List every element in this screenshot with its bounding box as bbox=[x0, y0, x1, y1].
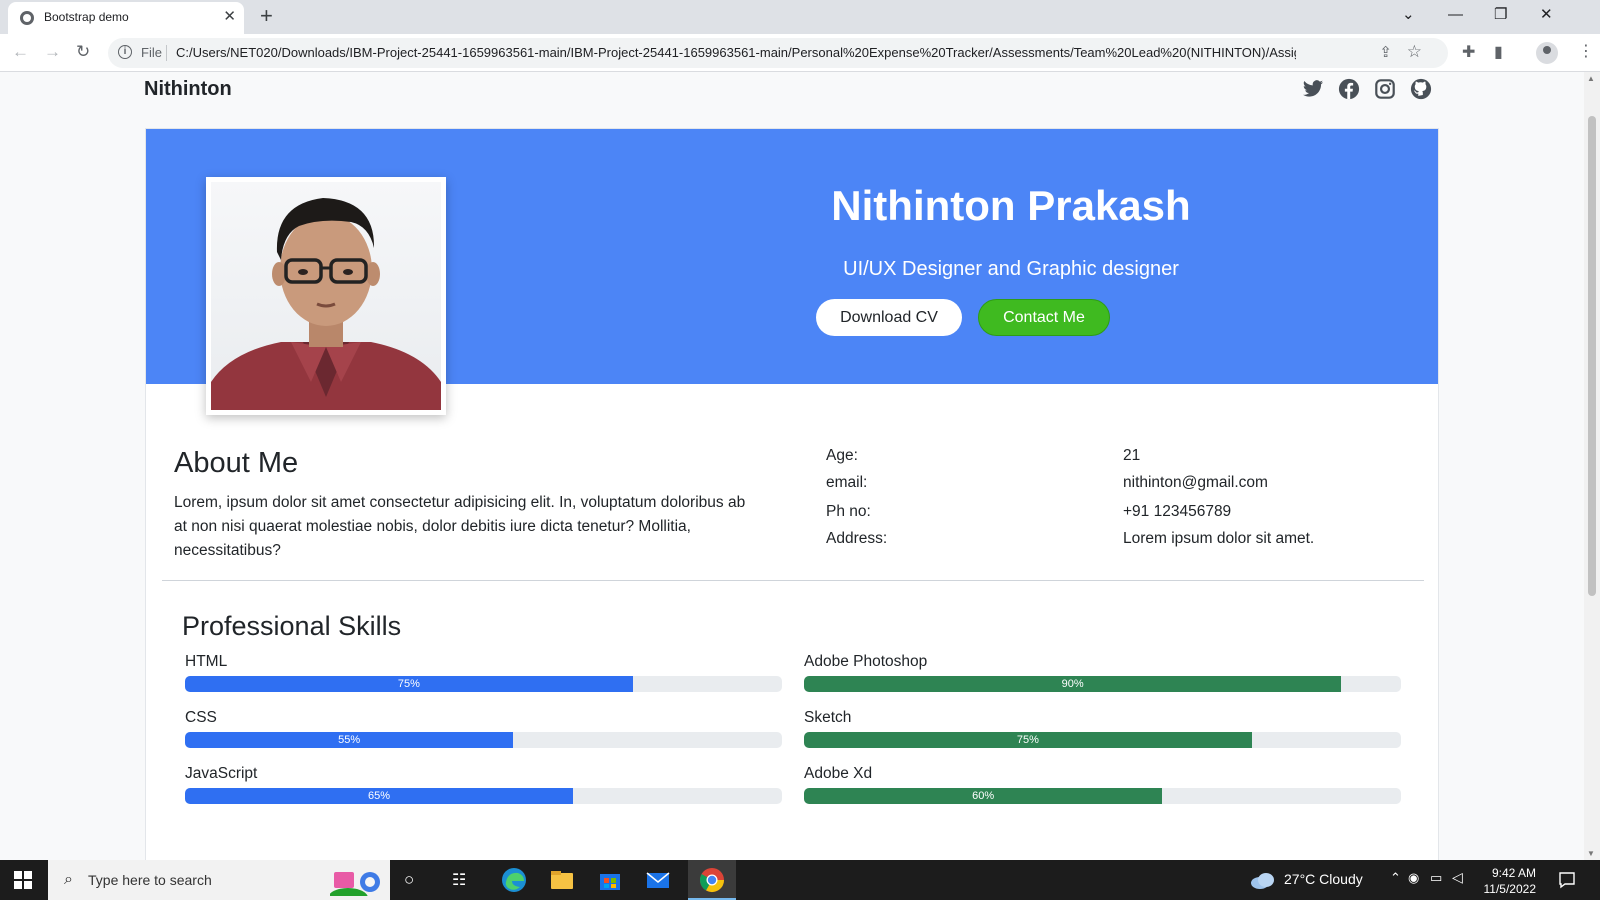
store-icon[interactable] bbox=[596, 866, 624, 894]
age-value: 21 bbox=[1123, 447, 1141, 464]
search-highlight-icon bbox=[330, 872, 380, 896]
progress-photoshop: 90% bbox=[804, 676, 1401, 692]
reload-button[interactable]: ↻ bbox=[76, 42, 90, 62]
edge-icon[interactable] bbox=[500, 866, 528, 894]
browser-tabstrip: Bootstrap demo ✕ + ⌄ — ❐ ✕ bbox=[0, 0, 1600, 34]
address-value: Lorem ipsum dolor sit amet. bbox=[1123, 530, 1315, 547]
progress-fill-javascript: 65% bbox=[185, 788, 574, 804]
address-divider bbox=[166, 45, 167, 61]
section-divider bbox=[162, 580, 1424, 581]
instagram-icon[interactable] bbox=[1374, 78, 1396, 100]
address-url[interactable]: C:/Users/NET020/Downloads/IBM-Project-25… bbox=[176, 45, 1296, 60]
contact-me-button[interactable]: Contact Me bbox=[978, 299, 1110, 336]
skills-heading: Professional Skills bbox=[182, 611, 402, 641]
volume-icon[interactable]: ◁ bbox=[1452, 869, 1463, 886]
progress-fill-css: 55% bbox=[185, 732, 514, 748]
progress-html: 75% bbox=[185, 676, 782, 692]
browser-toolbar: ← → ↻ i File C:/Users/NET020/Downloads/I… bbox=[0, 34, 1600, 72]
scroll-thumb[interactable] bbox=[1588, 116, 1596, 596]
progress-fill-sketch: 75% bbox=[804, 732, 1252, 748]
close-window-button[interactable]: ✕ bbox=[1540, 4, 1553, 26]
cortana-icon[interactable]: ○ bbox=[404, 870, 414, 890]
progress-adobe-xd: 60% bbox=[804, 788, 1401, 804]
chrome-icon[interactable] bbox=[698, 866, 726, 894]
skill-label-javascript: JavaScript bbox=[185, 765, 258, 782]
taskbar-search-placeholder: Type here to search bbox=[88, 872, 212, 888]
side-panel-icon[interactable]: ▮ bbox=[1494, 43, 1503, 63]
task-view-icon[interactable]: ☷ bbox=[452, 870, 466, 890]
windows-taskbar: ⌕ Type here to search ○ ☷ 27°C Cloudy ⌃ … bbox=[0, 860, 1600, 900]
about-heading: About Me bbox=[174, 447, 299, 479]
chevron-up-icon[interactable]: ⌃ bbox=[1390, 870, 1401, 886]
file-explorer-icon[interactable] bbox=[548, 866, 576, 894]
mail-icon[interactable] bbox=[644, 866, 672, 894]
email-value: nithinton@gmail.com bbox=[1123, 474, 1268, 491]
site-info-icon[interactable]: i bbox=[118, 45, 132, 59]
share-icon[interactable]: ⇪ bbox=[1379, 43, 1392, 61]
address-bar[interactable]: i File C:/Users/NET020/Downloads/IBM-Pro… bbox=[108, 38, 1448, 68]
meet-now-icon[interactable]: ◉ bbox=[1408, 870, 1419, 886]
taskbar-chrome-active[interactable] bbox=[688, 860, 736, 900]
minimize-button[interactable]: — bbox=[1448, 4, 1463, 26]
back-button[interactable]: ← bbox=[12, 42, 29, 62]
page-viewport: Nithinton Nithinton Prakash UI/UX Design… bbox=[0, 72, 1584, 860]
site-brand[interactable]: Nithinton bbox=[144, 78, 232, 101]
profile-photo bbox=[206, 177, 446, 415]
bookmark-star-icon[interactable]: ☆ bbox=[1407, 42, 1422, 62]
download-cv-button[interactable]: Download CV bbox=[816, 299, 962, 336]
progress-sketch: 75% bbox=[804, 732, 1401, 748]
profile-name: Nithinton Prakash bbox=[831, 182, 1191, 229]
twitter-icon[interactable] bbox=[1302, 78, 1324, 100]
progress-css: 55% bbox=[185, 732, 782, 748]
email-label: email: bbox=[826, 474, 868, 491]
address-label: Address: bbox=[826, 530, 888, 547]
taskbar-search-box[interactable]: ⌕ Type here to search bbox=[48, 860, 390, 900]
notification-icon[interactable] bbox=[1558, 871, 1576, 889]
age-label: Age: bbox=[826, 447, 858, 464]
skill-label-adobe-xd: Adobe Xd bbox=[804, 765, 873, 782]
restore-button[interactable]: ❐ bbox=[1494, 4, 1507, 26]
progress-fill-photoshop: 90% bbox=[804, 676, 1342, 692]
weather-text[interactable]: 27°C Cloudy bbox=[1284, 871, 1363, 887]
person-portrait-image bbox=[211, 198, 441, 410]
facebook-icon[interactable] bbox=[1338, 78, 1360, 100]
search-icon: ⌕ bbox=[64, 871, 73, 888]
skill-label-css: CSS bbox=[185, 709, 217, 726]
profile-icon[interactable] bbox=[1536, 42, 1558, 64]
skill-label-sketch: Sketch bbox=[804, 709, 852, 726]
clock-date[interactable]: 11/5/2022 bbox=[1466, 882, 1537, 896]
windows-start-icon[interactable] bbox=[14, 871, 32, 889]
profile-role: UI/UX Designer and Graphic designer bbox=[843, 258, 1179, 280]
profile-card: Nithinton Prakash UI/UX Designer and Gra… bbox=[145, 128, 1439, 860]
tab-title: Bootstrap demo bbox=[44, 10, 129, 24]
page-scrollbar[interactable]: ▲ ▼ bbox=[1584, 72, 1600, 860]
scroll-up-arrow-icon[interactable]: ▲ bbox=[1587, 74, 1595, 83]
about-paragraph: Lorem, ipsum dolor sit amet consectetur … bbox=[174, 494, 746, 559]
forward-button[interactable]: → bbox=[44, 42, 61, 62]
extensions-icon[interactable]: ✚ bbox=[1462, 43, 1475, 63]
github-icon[interactable] bbox=[1410, 78, 1432, 100]
phone-value: +91 123456789 bbox=[1123, 503, 1232, 520]
skill-label-photoshop: Adobe Photoshop bbox=[804, 653, 928, 670]
browser-tab[interactable]: Bootstrap demo ✕ bbox=[8, 2, 244, 34]
progress-fill-html: 75% bbox=[185, 676, 633, 692]
close-tab-icon[interactable]: ✕ bbox=[223, 8, 236, 26]
cloud-weather-icon[interactable] bbox=[1250, 871, 1276, 889]
globe-icon bbox=[20, 11, 34, 25]
new-tab-button[interactable]: + bbox=[260, 3, 273, 29]
menu-icon[interactable]: ⋮ bbox=[1578, 42, 1594, 62]
phone-label: Ph no: bbox=[826, 503, 871, 520]
tab-search-icon[interactable]: ⌄ bbox=[1402, 4, 1415, 26]
clock-time[interactable]: 9:42 AM bbox=[1476, 866, 1536, 880]
scroll-down-arrow-icon[interactable]: ▼ bbox=[1587, 849, 1595, 858]
address-scheme-label: File bbox=[141, 45, 162, 60]
network-icon[interactable]: ▭ bbox=[1430, 870, 1442, 886]
progress-javascript: 65% bbox=[185, 788, 782, 804]
progress-fill-adobe-xd: 60% bbox=[804, 788, 1163, 804]
skill-label-html: HTML bbox=[185, 653, 228, 670]
